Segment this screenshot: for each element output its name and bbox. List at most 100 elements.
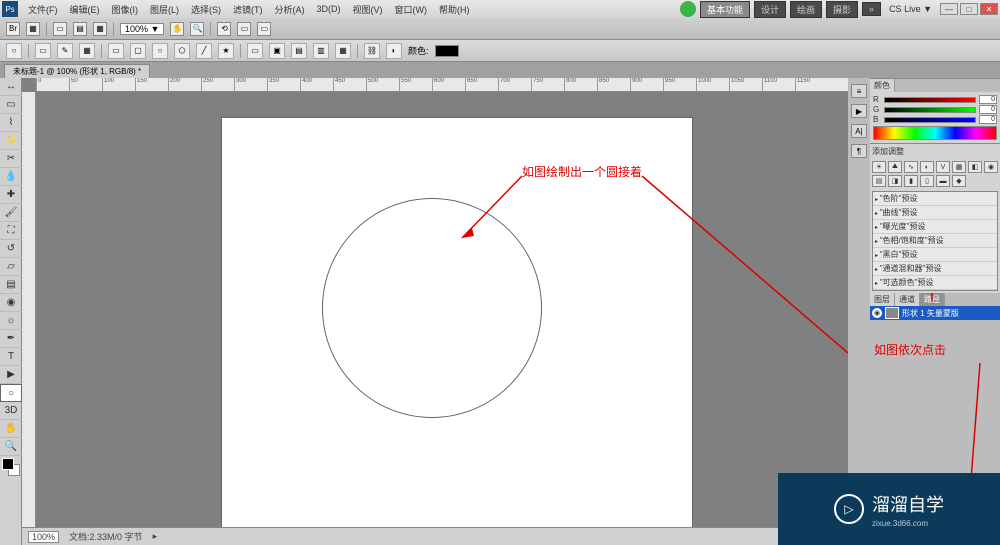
menu-layer[interactable]: 图层(L) [144, 3, 185, 16]
pen-tool[interactable]: ✒ [0, 330, 22, 348]
zoom-tool[interactable]: 🔍 [0, 438, 22, 456]
hand-icon[interactable]: ✋ [170, 22, 184, 36]
adj-brightness-icon[interactable]: ☀ [872, 161, 886, 173]
preset-hue[interactable]: "色相/饱和度"预设 [873, 234, 997, 248]
combine-intersect-icon[interactable]: ▥ [313, 43, 329, 59]
notification-orb[interactable] [680, 1, 696, 17]
b-slider[interactable] [884, 117, 976, 123]
menu-edit[interactable]: 编辑(E) [64, 3, 106, 16]
hand-tool[interactable]: ✋ [0, 420, 22, 438]
zoom-icon[interactable]: 🔍 [190, 22, 204, 36]
color-swatches[interactable] [2, 458, 20, 476]
preset-selective[interactable]: "可选颜色"预设 [873, 276, 997, 290]
wand-tool[interactable]: ✨ [0, 132, 22, 150]
combine-subtract-icon[interactable]: ▤ [291, 43, 307, 59]
adj-threshold-icon[interactable]: ▯ [920, 175, 934, 187]
layers-empty-area[interactable] [870, 320, 1000, 450]
drawn-circle-shape[interactable] [322, 198, 542, 418]
canvas-viewport[interactable]: 0501001502002503003504004505005506006507… [22, 78, 848, 545]
crop-tool[interactable]: ✂ [0, 150, 22, 168]
menu-filter[interactable]: 滤镜(T) [227, 3, 269, 16]
path-select-tool[interactable]: ▶ [0, 366, 22, 384]
stamp-tool[interactable]: ⛶ [0, 222, 22, 240]
r-slider[interactable] [884, 97, 976, 103]
workspace-more[interactable]: » [862, 2, 881, 16]
adj-curves-icon[interactable]: ∿ [904, 161, 918, 173]
screen-mode-icon[interactable]: ▭ [257, 22, 271, 36]
rect-shape-icon[interactable]: ▭ [108, 43, 124, 59]
combine-exclude-icon[interactable]: ▦ [335, 43, 351, 59]
visibility-toggle-icon[interactable]: ◉ [872, 308, 882, 318]
close-button[interactable]: ✕ [980, 3, 998, 15]
b-value[interactable]: 0 [979, 115, 997, 124]
extras-icon[interactable]: ▭ [53, 22, 67, 36]
g-slider[interactable] [884, 107, 976, 113]
arrange-icon[interactable]: ▭ [237, 22, 251, 36]
workspace-paint[interactable]: 绘画 [790, 1, 822, 18]
move-tool[interactable]: ↔ [0, 78, 22, 96]
gradient-tool[interactable]: ▤ [0, 276, 22, 294]
status-arrow-icon[interactable]: ▸ [153, 531, 158, 542]
adj-gradient-map-icon[interactable]: ▬ [936, 175, 950, 187]
adj-hue-icon[interactable]: ▦ [952, 161, 966, 173]
foreground-color[interactable] [2, 458, 14, 470]
g-value[interactable]: 0 [979, 105, 997, 114]
ellipse-shape-icon[interactable]: ○ [152, 43, 168, 59]
style-icon[interactable]: ◐ [386, 43, 402, 59]
menu-3d[interactable]: 3D(D) [311, 4, 347, 14]
blur-tool[interactable]: ◉ [0, 294, 22, 312]
tool-preset-icon[interactable]: ○ [6, 43, 22, 59]
workspace-photo[interactable]: 摄影 [826, 1, 858, 18]
layers-tab[interactable]: 图层 [870, 293, 895, 306]
shape-layers-icon[interactable]: ▭ [35, 43, 51, 59]
menu-help[interactable]: 帮助(H) [433, 3, 476, 16]
adj-exposure-icon[interactable]: ◐ [920, 161, 934, 173]
r-value[interactable]: 0 [979, 95, 997, 104]
adj-photo-filter-icon[interactable]: ◉ [984, 161, 998, 173]
adj-selective-icon[interactable]: ◆ [952, 175, 966, 187]
combine-add-icon[interactable]: ▣ [269, 43, 285, 59]
path-row-shape1[interactable]: ◉ 形状 1 矢量蒙版 [870, 306, 1000, 320]
dodge-tool[interactable]: ☼ [0, 312, 22, 330]
fill-color-swatch[interactable] [435, 45, 459, 57]
preset-levels[interactable]: "色阶"预设 [873, 192, 997, 206]
menu-view[interactable]: 视图(V) [347, 3, 389, 16]
custom-shape-icon[interactable]: ★ [218, 43, 234, 59]
menu-analysis[interactable]: 分析(A) [269, 3, 311, 16]
preset-curves[interactable]: "曲线"预设 [873, 206, 997, 220]
combine-new-icon[interactable]: ▭ [247, 43, 263, 59]
maximize-button[interactable]: □ [960, 3, 978, 15]
3d-tool[interactable]: 3D [0, 402, 22, 420]
actions-panel-icon[interactable]: ▶ [851, 104, 867, 118]
workspace-essentials[interactable]: 基本功能 [700, 1, 750, 18]
grid-icon[interactable]: ▦ [93, 22, 107, 36]
eraser-tool[interactable]: ▱ [0, 258, 22, 276]
history-brush-tool[interactable]: ↺ [0, 240, 22, 258]
adj-invert-icon[interactable]: ◨ [888, 175, 902, 187]
minimize-button[interactable]: — [940, 3, 958, 15]
rotate-icon[interactable]: ⟲ [217, 22, 231, 36]
zoom-level[interactable]: 100% ▼ [120, 23, 164, 35]
paragraph-panel-icon[interactable]: ¶ [851, 144, 867, 158]
launch-bridge-icon[interactable]: Br [6, 22, 20, 36]
adj-levels-icon[interactable]: ⛰ [888, 161, 902, 173]
cs-live-button[interactable]: CS Live ▼ [885, 4, 936, 14]
preset-mixer[interactable]: "通道混和器"预设 [873, 262, 997, 276]
menu-file[interactable]: 文件(F) [22, 3, 64, 16]
color-tab[interactable]: 颜色 [870, 79, 895, 92]
preset-exposure[interactable]: "曝光度"预设 [873, 220, 997, 234]
guides-icon[interactable]: ▤ [73, 22, 87, 36]
mini-bridge-icon[interactable]: ▦ [26, 22, 40, 36]
lasso-tool[interactable]: ⌇ [0, 114, 22, 132]
paths-tab[interactable]: 路径 [920, 293, 945, 306]
character-panel-icon[interactable]: A| [851, 124, 867, 138]
adj-posterize-icon[interactable]: ▮ [904, 175, 918, 187]
fill-pixels-icon[interactable]: ▦ [79, 43, 95, 59]
adj-mixer-icon[interactable]: ▤ [872, 175, 886, 187]
line-shape-icon[interactable]: ╱ [196, 43, 212, 59]
polygon-shape-icon[interactable]: ⬠ [174, 43, 190, 59]
preset-bw[interactable]: "黑白"预设 [873, 248, 997, 262]
workspace-design[interactable]: 设计 [754, 1, 786, 18]
marquee-tool[interactable]: ▭ [0, 96, 22, 114]
menu-image[interactable]: 图像(I) [106, 3, 145, 16]
